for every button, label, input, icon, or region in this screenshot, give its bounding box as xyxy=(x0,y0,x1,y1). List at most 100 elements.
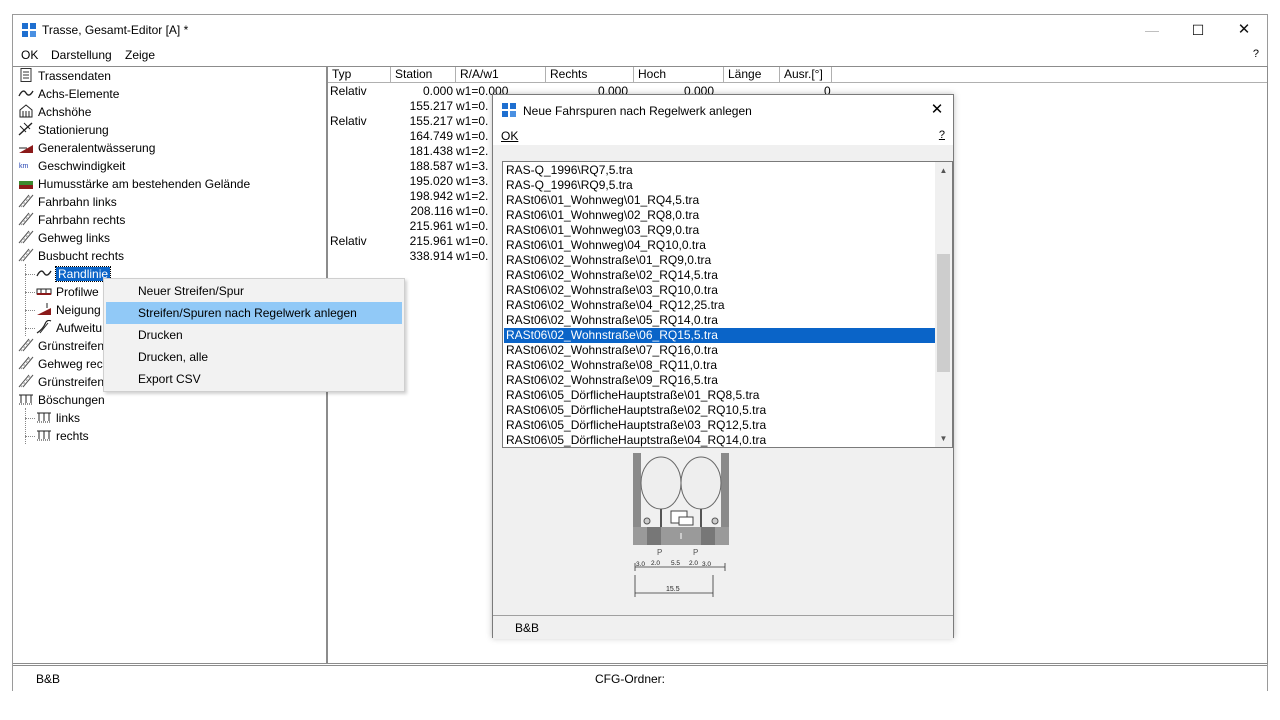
tree-item-fahrbahn-links[interactable]: Fahrbahn links xyxy=(18,193,117,211)
column-header-hoch[interactable]: Hoch xyxy=(634,67,724,83)
column-header-ausr[interactable]: Ausr.[°] xyxy=(780,67,832,83)
rule-file-item[interactable]: RASt06\01_Wohnweg\01_RQ4,5.tra xyxy=(504,193,935,208)
grid-cell-raw[interactable]: w1=2. xyxy=(456,189,488,204)
column-header-laenge[interactable]: Länge xyxy=(724,67,780,83)
grid-cell-raw[interactable]: w1=0. xyxy=(456,99,488,114)
rule-file-item[interactable]: RAS-Q_1996\RQ7,5.tra xyxy=(504,163,935,178)
menu-zeige[interactable]: Zeige xyxy=(125,48,155,62)
grid-cell-station[interactable]: 164.749 xyxy=(391,129,453,144)
tree-item-boeschungen[interactable]: Böschungen xyxy=(18,391,105,409)
grid-cell-station[interactable]: 155.217 xyxy=(391,99,453,114)
tree-item-gehweg-links[interactable]: Gehweg links xyxy=(18,229,110,247)
menu-ok[interactable]: OK xyxy=(21,48,38,62)
dialog-status-bar: B&B xyxy=(493,615,953,639)
rule-file-item[interactable]: RASt06\05_DörflicheHauptstraße\03_RQ12,5… xyxy=(504,418,935,433)
lane-icon xyxy=(18,230,34,244)
rule-file-item[interactable]: RASt06\05_DörflicheHauptstraße\04_RQ14,0… xyxy=(504,433,935,447)
rule-file-item[interactable]: RASt06\05_DörflicheHauptstraße\02_RQ10,5… xyxy=(504,403,935,418)
tree-item-boeschung-rechts[interactable]: rechts xyxy=(36,427,89,445)
scroll-up-arrow-icon[interactable]: ▲ xyxy=(935,162,952,179)
rule-file-item[interactable]: RASt06\02_Wohnstraße\02_RQ14,5.tra xyxy=(504,268,935,283)
list-scrollbar[interactable]: ▲ ▼ xyxy=(935,162,952,447)
column-header-station[interactable]: Station xyxy=(391,67,456,83)
rule-file-item[interactable]: RASt06\01_Wohnweg\04_RQ10,0.tra xyxy=(504,238,935,253)
maximize-button[interactable]: ☐ xyxy=(1175,15,1221,45)
context-menu-print-all[interactable]: Drucken, alle xyxy=(106,346,402,368)
svg-text:km: km xyxy=(19,163,29,170)
grid-cell-station[interactable]: 0.000 xyxy=(391,84,453,99)
context-menu-create-by-rules[interactable]: Streifen/Spuren nach Regelwerk anlegen xyxy=(106,302,402,324)
rule-file-item[interactable]: RASt06\05_DörflicheHauptstraße\01_RQ8,5.… xyxy=(504,388,935,403)
minimize-button[interactable]: — xyxy=(1129,15,1175,45)
tree-item-busbucht-rechts[interactable]: Busbucht rechts xyxy=(18,247,124,265)
dialog-ok-button[interactable]: OK xyxy=(501,129,518,143)
dimension-label: 2.0 xyxy=(651,560,660,567)
grid-cell-typ[interactable]: Relativ xyxy=(330,234,367,249)
grid-cell-raw[interactable]: w1=0. xyxy=(456,129,488,144)
grid-cell-raw[interactable]: w1=0. xyxy=(456,219,488,234)
tree-connector xyxy=(25,292,35,293)
grid-cell-station[interactable]: 198.942 xyxy=(391,189,453,204)
rule-file-item[interactable]: RASt06\02_Wohnstraße\09_RQ16,5.tra xyxy=(504,373,935,388)
tree-item-profilwe[interactable]: Profilwe xyxy=(36,283,99,301)
column-header-rechts[interactable]: Rechts xyxy=(546,67,634,83)
tree-item-achshoehe[interactable]: Achshöhe xyxy=(18,103,91,121)
column-header-typ[interactable]: Typ xyxy=(328,67,391,83)
tree-item-boeschung-links[interactable]: links xyxy=(36,409,80,427)
grid-cell-station[interactable]: 155.217 xyxy=(391,114,453,129)
tree-item-stationierung[interactable]: Stationierung xyxy=(18,121,109,139)
rule-file-item[interactable]: RASt06\02_Wohnstraße\04_RQ12,25.tra xyxy=(504,298,935,313)
grid-cell-station[interactable]: 188.587 xyxy=(391,159,453,174)
tree-item-gruenstreifen-2[interactable]: Grünstreifen xyxy=(18,373,104,391)
grid-cell-raw[interactable]: w1=2. xyxy=(456,144,488,159)
rule-file-item[interactable]: RASt06\02_Wohnstraße\03_RQ10,0.tra xyxy=(504,283,935,298)
help-menu[interactable]: ? xyxy=(1253,48,1259,60)
rule-file-item[interactable]: RASt06\02_Wohnstraße\01_RQ9,0.tra xyxy=(504,253,935,268)
context-menu-print[interactable]: Drucken xyxy=(106,324,402,346)
tree-item-gruenstreifen-1[interactable]: Grünstreifen xyxy=(18,337,104,355)
tree-item-trassendaten[interactable]: Trassendaten xyxy=(18,67,111,85)
tree-item-humusstaerke[interactable]: Humusstärke am bestehenden Gelände xyxy=(18,175,250,193)
grid-cell-station[interactable]: 215.961 xyxy=(391,219,453,234)
grid-cell-typ[interactable]: Relativ xyxy=(330,84,367,99)
rule-file-item[interactable]: RASt06\02_Wohnstraße\05_RQ14,0.tra xyxy=(504,313,935,328)
tree-item-gehweg-rechts[interactable]: Gehweg rec xyxy=(18,355,103,373)
rule-file-item[interactable]: RASt06\01_Wohnweg\02_RQ8,0.tra xyxy=(504,208,935,223)
grid-cell-raw[interactable]: w1=3. xyxy=(456,159,488,174)
lane-icon xyxy=(18,374,34,388)
total-width-label: 15.5 xyxy=(666,586,680,593)
scroll-down-arrow-icon[interactable]: ▼ xyxy=(935,430,952,447)
tree-item-fahrbahn-rechts[interactable]: Fahrbahn rechts xyxy=(18,211,125,229)
column-header-raw[interactable]: R/A/w1 xyxy=(456,67,546,83)
grid-cell-raw[interactable]: w1=0. xyxy=(456,249,488,264)
tree-item-aufweitu[interactable]: Aufweitu xyxy=(36,319,102,337)
grid-cell-typ[interactable]: Relativ xyxy=(330,114,367,129)
close-button[interactable]: ✕ xyxy=(1221,15,1267,45)
grid-cell-raw[interactable]: w1=0. xyxy=(456,114,488,129)
rule-file-item[interactable]: RASt06\02_Wohnstraße\08_RQ11,0.tra xyxy=(504,358,935,373)
context-menu-export-csv[interactable]: Export CSV xyxy=(106,368,402,390)
menu-darstellung[interactable]: Darstellung xyxy=(51,48,112,62)
rule-file-item[interactable]: RAS-Q_1996\RQ9,5.tra xyxy=(504,178,935,193)
rule-file-item[interactable]: RASt06\02_Wohnstraße\06_RQ15,5.tra xyxy=(503,327,936,344)
grid-cell-raw[interactable]: w1=3. xyxy=(456,174,488,189)
grid-cell-station[interactable]: 208.116 xyxy=(391,204,454,219)
context-menu-new-strip[interactable]: Neuer Streifen/Spur xyxy=(106,280,402,302)
tree-item-generalentwaesserung[interactable]: Generalentwässerung xyxy=(18,139,155,157)
rule-file-list[interactable]: RAS-Q_1996\RQ7,5.tra RAS-Q_1996\RQ9,5.tra… xyxy=(502,161,953,448)
grid-cell-station[interactable]: 215.961 xyxy=(391,234,453,249)
tree-item-neigung[interactable]: Neigung xyxy=(36,301,101,319)
grid-cell-station[interactable]: 338.914 xyxy=(391,249,453,264)
grid-cell-station[interactable]: 181.438 xyxy=(391,144,453,159)
tree-item-achs-elemente[interactable]: Achs-Elemente xyxy=(18,85,119,103)
scroll-thumb[interactable] xyxy=(937,254,950,372)
tree-item-geschwindigkeit[interactable]: km Geschwindigkeit xyxy=(18,157,125,175)
grid-cell-station[interactable]: 195.020 xyxy=(391,174,453,189)
tree-item-randlinie[interactable]: Randlinie xyxy=(36,265,112,283)
grid-cell-raw[interactable]: w1=0. xyxy=(456,234,488,249)
rule-file-item[interactable]: RASt06\02_Wohnstraße\07_RQ16,0.tra xyxy=(504,343,935,358)
dialog-help-button[interactable]: ? xyxy=(939,129,945,141)
grid-cell-raw[interactable]: w1=0. xyxy=(456,204,488,219)
dialog-close-button[interactable]: ✕ xyxy=(927,100,947,120)
rule-file-item[interactable]: RASt06\01_Wohnweg\03_RQ9,0.tra xyxy=(504,223,935,238)
